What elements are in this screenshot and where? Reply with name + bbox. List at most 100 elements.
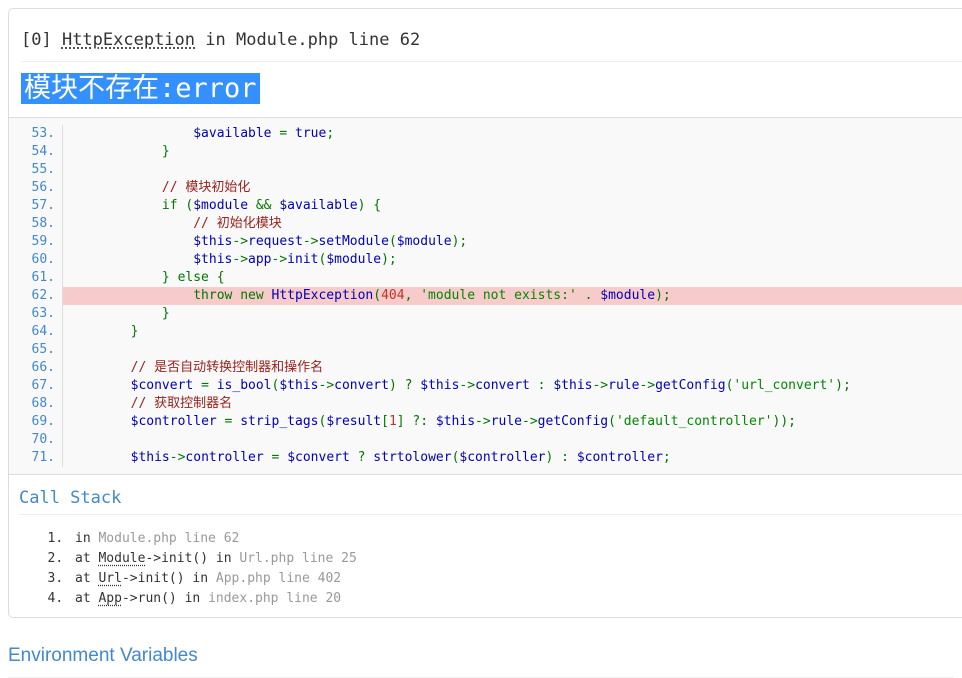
code-token: (	[389, 234, 397, 249]
line-number: 63.	[9, 305, 62, 323]
line-number: 69.	[9, 413, 62, 431]
code-token: =	[193, 378, 216, 393]
code-token: 'default_controller'	[616, 414, 773, 429]
code-text: }	[62, 323, 962, 341]
code-token: $module	[193, 198, 248, 213]
call-stack-item: at Url->init() in App.php line 402	[71, 569, 962, 589]
code-token: ) {	[358, 198, 381, 213]
code-token	[68, 252, 193, 267]
line-number: 55.	[9, 161, 62, 179]
code-token: =	[272, 126, 295, 141]
code-text: } else {	[62, 269, 962, 287]
exception-class-abbr: HttpException	[62, 30, 195, 50]
code-token: $this	[193, 252, 232, 267]
call-stack-item: at App->run() in index.php line 20	[71, 589, 962, 609]
code-token: ->	[592, 378, 608, 393]
code-line: 59. $this->request->setModule($module);	[9, 233, 962, 251]
code-token: ) ?	[389, 378, 420, 393]
stack-text: ->init() in	[122, 571, 216, 586]
stack-file-link[interactable]: Url.php line 25	[239, 551, 356, 566]
stack-class-abbr: Module	[98, 551, 145, 566]
exception-header: [0] HttpException in Module.php line 62	[21, 21, 962, 62]
stack-file-link[interactable]: Module.php line 62	[98, 531, 239, 546]
code-token: // 获取控制器名	[131, 396, 232, 411]
code-token	[68, 378, 131, 393]
code-token: $module	[397, 234, 452, 249]
code-token: convert	[475, 378, 530, 393]
code-token	[68, 396, 131, 411]
stack-file-link[interactable]: index.php line 20	[208, 591, 341, 606]
code-token: $module	[326, 252, 381, 267]
line-number: 68.	[9, 395, 62, 413]
code-token: .	[577, 288, 600, 303]
exception-in-label: in	[195, 30, 236, 50]
code-line: 69. $controller = strip_tags($result[1] …	[9, 413, 962, 431]
call-stack-title[interactable]: Call Stack	[19, 481, 962, 515]
code-token: ->	[475, 414, 491, 429]
line-number: 53.	[9, 125, 62, 143]
code-token: 'module not exists:'	[420, 288, 577, 303]
code-line: 63. }	[9, 305, 962, 323]
code-text	[62, 431, 962, 449]
code-line: 53. $available = true;	[9, 125, 962, 143]
stack-text: ->run() in	[122, 591, 208, 606]
code-token: );	[835, 378, 851, 393]
code-token: ->	[232, 252, 248, 267]
code-token: }	[131, 324, 139, 339]
code-token: $this	[193, 234, 232, 249]
code-line: 55.	[9, 161, 962, 179]
code-token	[68, 180, 162, 195]
line-number: 66.	[9, 359, 62, 377]
selected-error-text: 模块不存在:error	[21, 73, 260, 104]
exception-message-section: [0] HttpException in Module.php line 62 …	[9, 9, 962, 117]
stack-text: at	[75, 571, 98, 586]
code-token	[68, 126, 193, 141]
code-text: }	[62, 305, 962, 323]
code-token: :	[530, 378, 553, 393]
code-token: getConfig	[538, 414, 608, 429]
call-stack-item: in Module.php line 62	[71, 529, 962, 549]
stack-file-link[interactable]: App.php line 402	[216, 571, 341, 586]
code-line: 61. } else {	[9, 269, 962, 287]
code-token: ;	[326, 126, 334, 141]
code-token: HttpException	[272, 288, 374, 303]
code-text: }	[62, 143, 962, 161]
stack-class-abbr: App	[98, 591, 121, 606]
line-number: 58.	[9, 215, 62, 233]
code-line: 70.	[9, 431, 962, 449]
code-token: throw new	[193, 288, 271, 303]
code-token: $controller	[131, 414, 217, 429]
code-line: 71. $this->controller = $convert ? strto…	[9, 449, 962, 467]
code-token: (	[608, 414, 616, 429]
code-token: is_bool	[217, 378, 272, 393]
code-token: }	[162, 306, 170, 321]
line-number: 65.	[9, 341, 62, 359]
error-code-line: throw new HttpException(404, 'module not…	[62, 287, 962, 305]
code-line: 67. $convert = is_bool($this->convert) ?…	[9, 377, 962, 395]
code-token: // 是否自动转换控制器和操作名	[131, 360, 323, 375]
code-text	[62, 161, 962, 179]
code-text: $this->controller = $convert ? strtolowe…	[62, 449, 962, 467]
stack-class-abbr: Url	[98, 571, 121, 586]
code-token: $available	[193, 126, 271, 141]
exception-index: [0]	[21, 30, 62, 50]
code-line: 58. // 初始化模块	[9, 215, 962, 233]
code-token	[68, 234, 193, 249]
code-text: $this->request->setModule($module);	[62, 233, 962, 251]
code-token: ->	[459, 378, 475, 393]
stack-text: in	[75, 531, 98, 546]
code-token: ] ?:	[397, 414, 436, 429]
code-line: 65.	[9, 341, 962, 359]
call-stack-section: Call Stack in Module.php line 62 at Modul…	[9, 475, 962, 617]
code-token: strtolower	[373, 450, 451, 465]
exception-location-link[interactable]: Module.php line 62	[236, 30, 420, 50]
line-number: 70.	[9, 431, 62, 449]
code-token: ));	[773, 414, 796, 429]
code-token	[68, 198, 162, 213]
code-token	[68, 324, 131, 339]
line-number: 60.	[9, 251, 62, 269]
code-token: $controller	[577, 450, 663, 465]
code-token: ->	[170, 450, 186, 465]
code-token: request	[248, 234, 303, 249]
line-number: 59.	[9, 233, 62, 251]
